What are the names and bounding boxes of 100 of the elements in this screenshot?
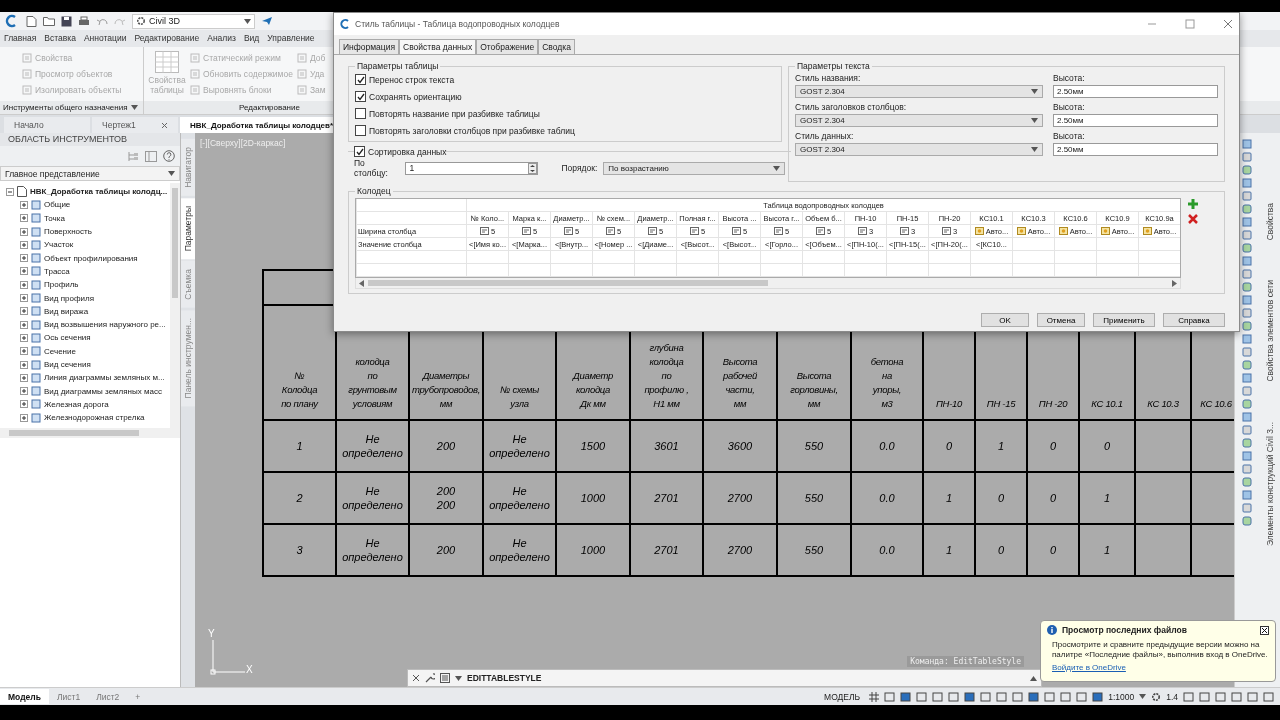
toggle-icon[interactable] bbox=[900, 691, 912, 702]
ribbon-tab[interactable]: Вставка bbox=[40, 30, 80, 47]
toggle-icon[interactable] bbox=[1199, 691, 1210, 702]
expand-icon[interactable] bbox=[20, 240, 28, 249]
layout-tab[interactable]: Модель bbox=[0, 689, 49, 704]
spin-buttons-icon[interactable] bbox=[527, 162, 537, 174]
share-icon[interactable] bbox=[261, 16, 273, 26]
delete-button[interactable] bbox=[1187, 213, 1199, 225]
toggle-icon[interactable] bbox=[1231, 691, 1242, 702]
checkbox[interactable] bbox=[355, 74, 366, 85]
fixed-width-icon[interactable] bbox=[689, 227, 699, 235]
fixed-width-icon[interactable] bbox=[899, 227, 909, 235]
toggle-icon[interactable] bbox=[932, 691, 944, 702]
toggle-icon[interactable] bbox=[1028, 691, 1040, 702]
checkbox-label[interactable]: Сортировка данных bbox=[368, 146, 447, 157]
tree-item[interactable]: Вид сечения bbox=[44, 360, 91, 369]
help-icon[interactable] bbox=[163, 150, 175, 162]
expand-icon[interactable] bbox=[20, 400, 28, 409]
model-space-button[interactable]: МОДЕЛЬ bbox=[824, 691, 861, 702]
dialog-tab[interactable]: Отображение bbox=[476, 39, 539, 54]
auto-width-icon[interactable] bbox=[974, 227, 984, 235]
grid-cell[interactable] bbox=[1138, 238, 1180, 251]
side-tab[interactable]: Параметры bbox=[181, 197, 195, 260]
palette-tab[interactable]: Элементы конструкций Civil 3... bbox=[1264, 421, 1275, 546]
order-dropdown[interactable]: По возрастанию bbox=[603, 161, 785, 175]
layout-tab[interactable]: Лист2 bbox=[88, 689, 128, 704]
grid-cell[interactable] bbox=[1012, 238, 1054, 251]
dialog-tab[interactable]: Свойства данных bbox=[399, 39, 477, 54]
command-icon[interactable] bbox=[440, 673, 450, 683]
document-tab[interactable]: Чертеж1 bbox=[92, 117, 178, 133]
tree-item[interactable]: Точка bbox=[44, 213, 65, 223]
expand-icon[interactable] bbox=[20, 347, 28, 356]
expand-icon[interactable] bbox=[20, 254, 28, 263]
ribbon-tab[interactable]: Главная bbox=[0, 30, 41, 47]
close-icon[interactable] bbox=[1260, 625, 1269, 635]
fixed-width-icon[interactable] bbox=[521, 227, 531, 235]
tree-item[interactable]: НВК_Доработка таблицы колодц... bbox=[30, 187, 168, 197]
fixed-width-icon[interactable] bbox=[647, 227, 657, 235]
checkbox[interactable] bbox=[355, 125, 366, 136]
document-tab[interactable]: Начало bbox=[4, 117, 90, 133]
tree-item[interactable]: Общие bbox=[44, 200, 71, 210]
toggle-icon[interactable] bbox=[996, 691, 1008, 702]
fixed-width-icon[interactable] bbox=[605, 227, 615, 235]
tree-item[interactable]: Вид возвышения наружного ре... bbox=[44, 320, 166, 330]
checkbox[interactable] bbox=[355, 108, 366, 119]
expand-icon[interactable] bbox=[20, 294, 28, 302]
ribbon-tab[interactable]: Аннотации bbox=[79, 30, 131, 47]
expand-icon[interactable] bbox=[20, 280, 28, 289]
tree-item[interactable]: Вид виража bbox=[44, 306, 89, 316]
expand-icon[interactable] bbox=[20, 200, 28, 209]
scrollbar[interactable] bbox=[170, 183, 180, 428]
checkbox-label[interactable]: Перенос строк текста bbox=[369, 74, 455, 85]
toggle-icon[interactable] bbox=[1215, 691, 1226, 702]
checkbox[interactable] bbox=[355, 91, 366, 102]
style-dropdown[interactable]: GOST 2.304 bbox=[795, 143, 1043, 156]
annotation-scale[interactable]: 1.4 bbox=[1166, 691, 1178, 702]
palette-tab[interactable]: Свойства bbox=[1264, 203, 1275, 241]
close-icon[interactable] bbox=[412, 674, 420, 682]
expand-icon[interactable] bbox=[20, 227, 28, 236]
height-field[interactable]: 2.50мм bbox=[1053, 143, 1218, 156]
toggle-icon[interactable] bbox=[1044, 691, 1056, 702]
grid-icon[interactable] bbox=[869, 691, 880, 702]
fixed-width-icon[interactable] bbox=[563, 227, 573, 235]
height-field[interactable]: 2.50мм bbox=[1053, 85, 1218, 98]
fixed-width-icon[interactable] bbox=[773, 227, 783, 235]
toggle-icon[interactable] bbox=[948, 691, 960, 702]
expand-icon[interactable] bbox=[20, 413, 28, 422]
scrollbar[interactable] bbox=[355, 278, 1181, 289]
tree-item[interactable]: Объект профилирования bbox=[44, 253, 138, 263]
ribbon-tab[interactable]: Вид bbox=[239, 30, 264, 47]
dialog-tab[interactable]: Информация bbox=[339, 39, 400, 54]
tree-item[interactable]: Участок bbox=[44, 240, 74, 250]
gear-icon[interactable] bbox=[1151, 691, 1162, 702]
toggle-icon[interactable] bbox=[1076, 691, 1088, 702]
tree-item[interactable]: Профиль bbox=[44, 280, 79, 290]
fixed-width-icon[interactable] bbox=[857, 227, 867, 235]
expand-icon[interactable] bbox=[20, 307, 28, 316]
expand-icon[interactable] bbox=[20, 333, 28, 342]
save-icon[interactable] bbox=[61, 15, 72, 27]
expand-icon[interactable] bbox=[20, 360, 28, 369]
auto-width-icon[interactable] bbox=[1016, 227, 1026, 235]
tree-item[interactable]: Железная дорога bbox=[44, 399, 109, 409]
toggle-icon[interactable] bbox=[1012, 691, 1024, 702]
dialog-button[interactable]: Отмена bbox=[1037, 313, 1085, 327]
toggle-icon[interactable] bbox=[884, 691, 896, 702]
ribbon-tab[interactable]: Управление bbox=[263, 30, 319, 47]
expand-icon[interactable] bbox=[20, 267, 28, 276]
tree-item[interactable]: Ось сечения bbox=[44, 333, 91, 343]
tree-item[interactable]: Поверхность bbox=[44, 227, 92, 237]
expand-icon[interactable] bbox=[20, 387, 28, 396]
palette-tab[interactable]: Свойства элементов сети bbox=[1264, 280, 1275, 382]
toggle-icon[interactable] bbox=[916, 691, 928, 702]
style-dropdown[interactable]: GOST 2.304 bbox=[795, 85, 1043, 98]
fixed-width-icon[interactable] bbox=[731, 227, 741, 235]
toggle-icon[interactable] bbox=[964, 691, 976, 702]
fixed-width-icon[interactable] bbox=[941, 227, 951, 235]
expand-icon[interactable] bbox=[20, 373, 28, 382]
style-dropdown[interactable]: GOST 2.304 bbox=[795, 114, 1043, 127]
onedrive-link[interactable]: Войдите в OneDrive bbox=[1052, 663, 1269, 672]
dialog-button[interactable]: Применить bbox=[1093, 313, 1155, 327]
